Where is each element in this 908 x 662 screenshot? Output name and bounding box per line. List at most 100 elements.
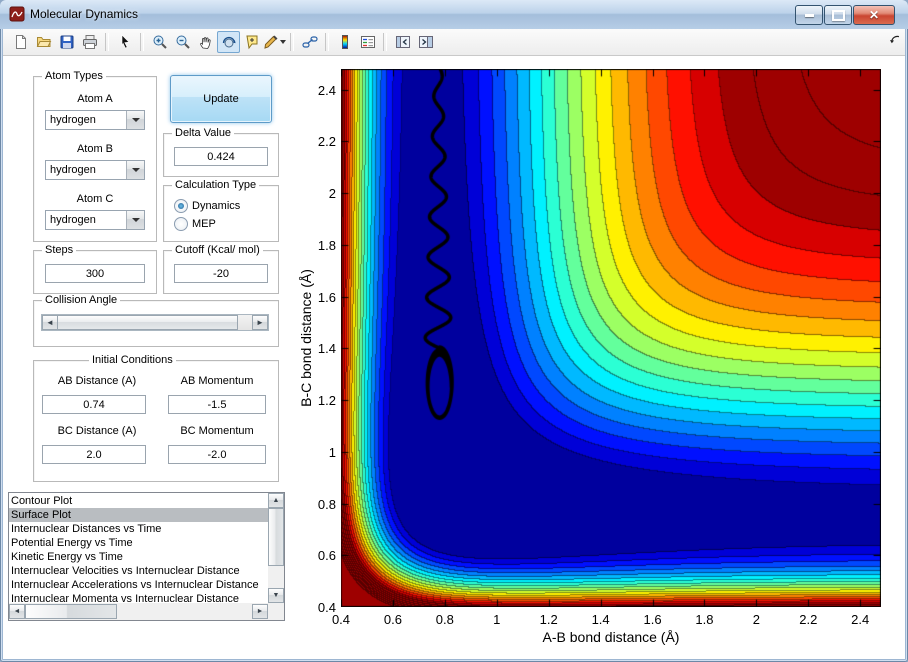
y-tick-label: 2	[328, 186, 336, 202]
x-tick-label: 1.6	[643, 612, 662, 627]
ab-momentum-label: AB Momentum	[180, 375, 254, 387]
chevron-down-icon	[131, 218, 140, 222]
x-tick-label: 2.2	[799, 612, 818, 627]
rotate-3d-icon[interactable]	[217, 31, 240, 53]
bc-distance-field[interactable]	[42, 445, 146, 464]
ab-momentum-field[interactable]	[168, 395, 266, 414]
scroll-left-icon[interactable]: ◄	[9, 604, 25, 619]
atom-b-label: Atom B	[76, 143, 114, 155]
atom-c-dropdown[interactable]: hydrogen	[45, 210, 145, 230]
y-axis-label: B-C bond distance (Å)	[298, 269, 314, 407]
dock-figure-icon[interactable]	[888, 34, 902, 53]
initial-conditions-group: Initial Conditions AB Distance (A) AB Mo…	[33, 354, 279, 482]
x-tick-label: 1	[493, 612, 501, 627]
toolbar-separator	[140, 33, 144, 51]
y-tick-label: 2.4	[317, 82, 336, 98]
dynamics-radio[interactable]	[174, 199, 188, 213]
y-tick-label: 1	[328, 444, 336, 460]
vertical-scrollbar[interactable]: ▲ ▼	[268, 493, 284, 603]
atom-c-dropdown-button[interactable]	[126, 211, 144, 229]
chevron-down-icon	[131, 118, 140, 122]
y-tick-label: 1.8	[317, 237, 336, 253]
list-item[interactable]: Internuclear Distances vs Time	[9, 522, 269, 536]
x-axis-label: A-B bond distance (Å)	[542, 629, 680, 645]
scroll-up-icon[interactable]: ▲	[268, 493, 284, 508]
steps-title: Steps	[42, 244, 77, 256]
atom-c-label: Atom C	[76, 193, 114, 205]
hide-plot-tools-icon[interactable]	[391, 31, 414, 53]
list-item[interactable]: Kinetic Energy vs Time	[9, 550, 269, 564]
title-bar[interactable]: Molecular Dynamics ✕	[0, 0, 908, 29]
brush-data-icon[interactable]	[263, 31, 286, 53]
slider-right-arrow[interactable]: ►	[252, 315, 268, 330]
initial-conditions-title: Initial Conditions	[89, 354, 176, 366]
list-item[interactable]: Potential Energy vs Time	[9, 536, 269, 550]
ab-distance-field[interactable]	[42, 395, 146, 414]
update-button[interactable]: Update	[170, 75, 272, 123]
scroll-right-icon[interactable]: ►	[252, 604, 268, 619]
list-item[interactable]: Internuclear Accelerations vs Internucle…	[9, 578, 269, 592]
edit-plot-cursor-icon[interactable]	[113, 31, 136, 53]
x-tick-label: 1.2	[539, 612, 558, 627]
minimize-button[interactable]	[795, 5, 823, 25]
y-tick-label: 0.6	[317, 548, 336, 564]
show-plot-tools-icon[interactable]	[414, 31, 437, 53]
steps-field[interactable]	[45, 264, 145, 283]
y-tick-label: 2.2	[317, 134, 336, 150]
toolbar-separator	[290, 33, 294, 51]
open-file-icon[interactable]	[32, 31, 55, 53]
x-tick-label: 1.4	[591, 612, 610, 627]
list-item[interactable]: Internuclear Velocities vs Internuclear …	[9, 564, 269, 578]
mep-radio-label[interactable]: MEP	[192, 218, 216, 230]
new-figure-icon[interactable]	[9, 31, 32, 53]
horizontal-scrollbar[interactable]: ◄ ►	[9, 603, 268, 620]
atom-a-dropdown-button[interactable]	[126, 111, 144, 129]
delta-value-title: Delta Value	[172, 127, 235, 139]
window-title: Molecular Dynamics	[30, 7, 139, 21]
atom-b-dropdown[interactable]: hydrogen	[45, 160, 145, 180]
plot-type-listbox[interactable]: Contour Plot Surface Plot Internuclear D…	[8, 492, 285, 621]
print-figure-icon[interactable]	[78, 31, 101, 53]
insert-legend-icon[interactable]	[356, 31, 379, 53]
chevron-down-icon	[131, 168, 140, 172]
calculation-type-group: Calculation Type Dynamics MEP	[163, 179, 279, 242]
scrollbar-corner	[268, 603, 284, 620]
delta-value-field[interactable]	[174, 147, 268, 166]
toolbar-separator	[325, 33, 329, 51]
list-item-selected[interactable]: Surface Plot	[9, 508, 269, 522]
bc-momentum-field[interactable]	[168, 445, 266, 464]
slider-thumb[interactable]	[57, 315, 238, 330]
zoom-out-icon[interactable]	[171, 31, 194, 53]
insert-colorbar-icon[interactable]	[333, 31, 356, 53]
x-tick-label: 1.8	[695, 612, 714, 627]
pes-contour-plot[interactable]	[341, 69, 881, 607]
list-item[interactable]: Contour Plot	[9, 494, 269, 508]
collision-angle-slider[interactable]: ◄ ►	[41, 314, 269, 331]
y-tick-label: 0.8	[317, 496, 336, 512]
scroll-down-icon[interactable]: ▼	[268, 588, 284, 603]
save-figure-icon[interactable]	[55, 31, 78, 53]
delta-value-group: Delta Value	[163, 127, 279, 177]
pan-hand-icon[interactable]	[194, 31, 217, 53]
slider-left-arrow[interactable]: ◄	[42, 315, 58, 330]
data-cursor-icon[interactable]	[240, 31, 263, 53]
dynamics-radio-label[interactable]: Dynamics	[192, 200, 240, 212]
maximize-icon	[831, 9, 845, 21]
close-button[interactable]: ✕	[853, 5, 895, 25]
zoom-in-icon[interactable]	[148, 31, 171, 53]
maximize-button[interactable]	[824, 5, 852, 25]
atom-a-value: hydrogen	[50, 114, 96, 126]
collision-angle-title: Collision Angle	[42, 294, 121, 306]
brush-dropdown-icon[interactable]	[280, 40, 286, 44]
horizontal-scroll-thumb[interactable]	[25, 604, 117, 619]
link-plot-icon[interactable]	[298, 31, 321, 53]
vertical-scroll-thumb[interactable]	[268, 508, 284, 566]
atom-a-dropdown[interactable]: hydrogen	[45, 110, 145, 130]
minimize-icon	[804, 13, 814, 17]
cutoff-field[interactable]	[174, 264, 268, 283]
atom-c-value: hydrogen	[50, 214, 96, 226]
toolbar-separator	[383, 33, 387, 51]
atom-b-dropdown-button[interactable]	[126, 161, 144, 179]
mep-radio[interactable]	[174, 217, 188, 231]
x-tick-label: 0.6	[383, 612, 402, 627]
